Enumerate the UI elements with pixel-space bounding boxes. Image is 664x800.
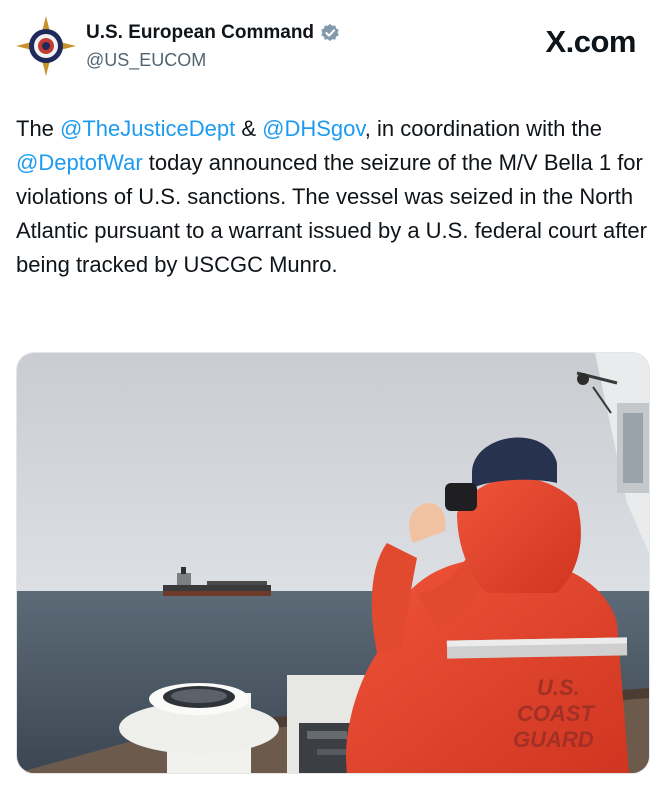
photo-scene: U.S. COAST GUARD — [17, 353, 649, 773]
jacket-text-guard: GUARD — [513, 727, 594, 752]
tweet-text-part: , in coordination with the — [364, 116, 603, 141]
verified-badge-icon — [321, 23, 339, 42]
x-com-brand: X.com — [545, 24, 636, 59]
mention-dhs[interactable]: @DHSgov — [262, 116, 365, 141]
display-name[interactable]: U.S. European Command — [86, 22, 314, 44]
post-photo[interactable]: U.S. COAST GUARD — [16, 352, 650, 774]
jacket-text-us: U.S. — [537, 675, 580, 700]
tweet-text: The @TheJusticeDept & @DHSgov, in coordi… — [16, 112, 648, 282]
tweet-text-part: & — [235, 116, 263, 141]
mention-dept-of-war[interactable]: @DeptofWar — [16, 150, 143, 175]
account-handle[interactable]: @US_EUCOM — [86, 50, 206, 71]
post-header: U.S. European Command @US_EUCOM X.com — [0, 0, 664, 100]
name-row: U.S. European Command — [86, 22, 340, 44]
mention-justice-dept[interactable]: @TheJusticeDept — [60, 116, 235, 141]
eucom-seal-avatar[interactable] — [16, 16, 76, 76]
tweet-text-part: The — [16, 116, 61, 141]
jacket-text-coast: COAST — [517, 701, 596, 726]
